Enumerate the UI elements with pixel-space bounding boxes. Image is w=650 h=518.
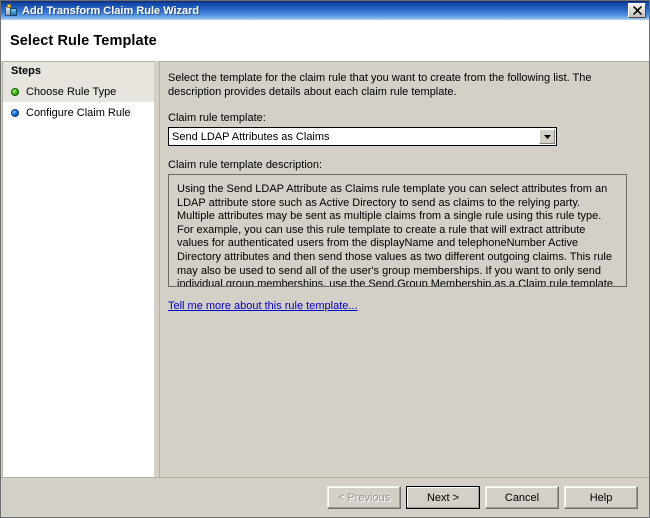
wizard-window: Add Transform Claim Rule Wizard Select R… xyxy=(0,0,650,518)
sidebar-item-label: Choose Rule Type xyxy=(26,85,117,98)
wizard-body: Steps Choose Rule Type Configure Claim R… xyxy=(1,61,649,477)
previous-button[interactable]: < Previous xyxy=(327,486,401,509)
button-bar: < Previous Next > Cancel Help xyxy=(1,477,649,517)
step-current-icon xyxy=(11,108,19,117)
description-label: Claim rule template description: xyxy=(168,159,323,171)
steps-heading: Steps xyxy=(3,62,154,81)
template-description-text: Using the Send LDAP Attribute as Claims … xyxy=(177,183,616,287)
claim-rule-template-dropdown[interactable]: Send LDAP Attributes as Claims xyxy=(168,127,557,146)
window-title: Add Transform Claim Rule Wizard xyxy=(22,4,200,17)
sidebar-item-choose-rule-type[interactable]: Choose Rule Type xyxy=(3,81,154,102)
content-panel: Select the template for the claim rule t… xyxy=(159,61,649,477)
help-button[interactable]: Help xyxy=(564,486,638,509)
help-link-row: Tell me more about this rule template... xyxy=(168,300,639,312)
template-description-box: Using the Send LDAP Attribute as Claims … xyxy=(168,174,627,287)
steps-panel: Steps Choose Rule Type Configure Claim R… xyxy=(2,61,154,477)
close-icon xyxy=(632,6,642,15)
page-title: Select Rule Template xyxy=(10,32,157,49)
chevron-down-icon[interactable] xyxy=(539,129,555,144)
cancel-button[interactable]: Cancel xyxy=(485,486,559,509)
more-info-link[interactable]: Tell me more about this rule template... xyxy=(168,300,358,312)
intro-text: Select the template for the claim rule t… xyxy=(168,72,592,98)
wizard-header: Select Rule Template xyxy=(1,20,649,61)
dropdown-selected-value: Send LDAP Attributes as Claims xyxy=(172,130,330,143)
wizard-icon xyxy=(4,3,18,18)
step-completed-icon xyxy=(11,87,19,96)
template-label: Claim rule template: xyxy=(168,112,266,124)
close-button[interactable] xyxy=(628,3,646,18)
next-button[interactable]: Next > xyxy=(406,486,480,509)
title-bar: Add Transform Claim Rule Wizard xyxy=(1,1,649,20)
sidebar-item-label: Configure Claim Rule xyxy=(26,106,131,119)
sidebar-item-configure-claim-rule[interactable]: Configure Claim Rule xyxy=(3,102,154,123)
